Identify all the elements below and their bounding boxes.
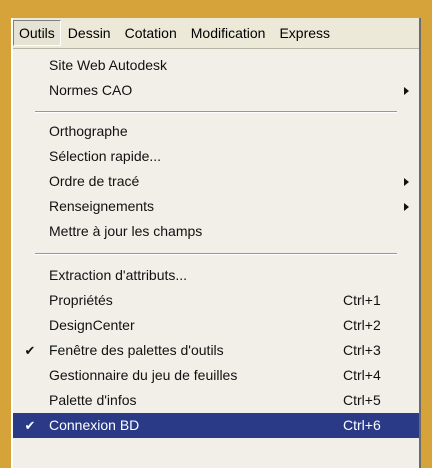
menu-item-label: Propriétés <box>49 292 113 308</box>
menu-express[interactable]: Express <box>272 21 337 45</box>
menu-item-shortcut: Ctrl+6 <box>343 417 381 433</box>
menu-modification[interactable]: Modification <box>184 21 273 45</box>
menu-item-label: DesignCenter <box>49 317 135 333</box>
menu-item-site-web-autodesk[interactable]: Site Web Autodesk <box>13 53 419 78</box>
menu-item-label: Connexion BD <box>49 417 140 433</box>
menu-cotation[interactable]: Cotation <box>118 21 184 45</box>
menu-item-palette-infos[interactable]: Palette d'infos Ctrl+5 <box>13 388 419 413</box>
menu-item-shortcut: Ctrl+2 <box>343 317 381 333</box>
menu-item-orthographe[interactable]: Orthographe <box>13 119 419 144</box>
menu-item-label: Extraction d'attributs... <box>49 267 188 283</box>
application-window: Outils Dessin Cotation Modification Expr… <box>11 18 421 468</box>
menu-dessin[interactable]: Dessin <box>61 21 118 45</box>
menu-separator <box>35 253 397 255</box>
submenu-arrow-icon <box>404 178 409 186</box>
menu-item-mettre-a-jour-les-champs[interactable]: Mettre à jour les champs <box>13 219 419 244</box>
menu-outils[interactable]: Outils <box>13 20 61 46</box>
menu-item-label: Renseignements <box>49 198 155 214</box>
menubar: Outils Dessin Cotation Modification Expr… <box>13 18 419 49</box>
menu-item-label: Mettre à jour les champs <box>49 223 203 239</box>
submenu-arrow-icon <box>404 203 409 211</box>
menu-item-designcenter[interactable]: DesignCenter Ctrl+2 <box>13 313 419 338</box>
submenu-arrow-icon <box>404 87 409 95</box>
menu-item-shortcut: Ctrl+4 <box>343 367 381 383</box>
menu-item-renseignements[interactable]: Renseignements <box>13 194 419 219</box>
menu-item-gestionnaire-jeu-feuilles[interactable]: Gestionnaire du jeu de feuilles Ctrl+4 <box>13 363 419 388</box>
menu-item-normes-cao[interactable]: Normes CAO <box>13 78 419 103</box>
menu-item-fenetre-palettes-outils[interactable]: ✔ Fenêtre des palettes d'outils Ctrl+3 <box>13 338 419 363</box>
menu-item-label: Gestionnaire du jeu de feuilles <box>49 367 238 383</box>
menu-item-label: Fenêtre des palettes d'outils <box>49 342 224 358</box>
menu-item-ordre-de-trace[interactable]: Ordre de tracé <box>13 169 419 194</box>
menu-item-proprietes[interactable]: Propriétés Ctrl+1 <box>13 288 419 313</box>
menu-item-shortcut: Ctrl+3 <box>343 342 381 358</box>
menu-item-selection-rapide[interactable]: Sélection rapide... <box>13 144 419 169</box>
menu-item-label: Palette d'infos <box>49 392 137 408</box>
menu-separator <box>35 111 397 113</box>
outils-dropdown-menu: Site Web Autodesk Normes CAO Orthographe… <box>13 49 419 468</box>
menu-item-label: Ordre de tracé <box>49 173 140 189</box>
checkmark-icon: ✔ <box>24 418 36 433</box>
menu-item-shortcut: Ctrl+5 <box>343 392 381 408</box>
menu-item-extraction-attributs[interactable]: Extraction d'attributs... <box>13 263 419 288</box>
menu-item-connexion-bd[interactable]: ✔ Connexion BD Ctrl+6 <box>13 413 419 438</box>
menu-item-label: Orthographe <box>49 123 128 139</box>
menu-item-label: Normes CAO <box>49 82 133 98</box>
checkmark-icon: ✔ <box>24 343 36 358</box>
menu-item-label: Site Web Autodesk <box>49 57 168 73</box>
menu-item-label: Sélection rapide... <box>49 148 162 164</box>
menu-item-shortcut: Ctrl+1 <box>343 292 381 308</box>
